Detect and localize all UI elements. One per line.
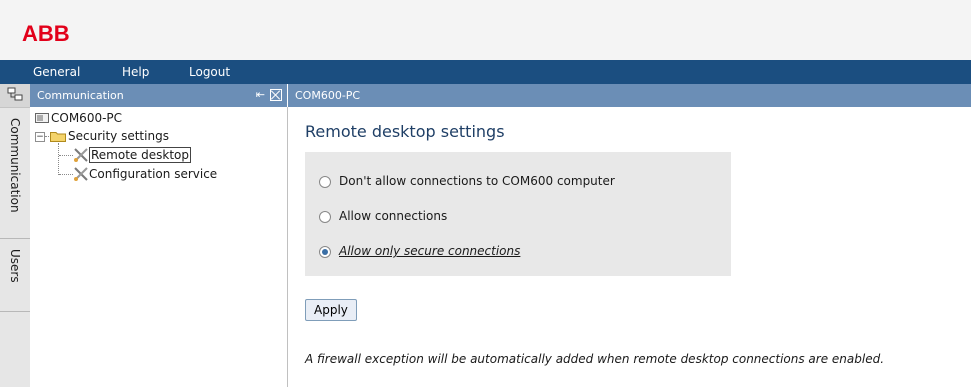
radio-deny[interactable] (319, 176, 331, 188)
option-allow-label: Allow connections (339, 209, 448, 223)
menu-help[interactable]: Help (122, 65, 149, 79)
tab-communication[interactable]: Communication (0, 108, 30, 239)
tab-users-label: Users (8, 249, 22, 283)
menu-logout[interactable]: Logout (189, 65, 230, 79)
content-header-title: COM600-PC (295, 89, 361, 102)
tree-item-configuration-service[interactable]: Configuration service (89, 166, 217, 182)
radio-secure[interactable] (319, 246, 331, 258)
page-title: Remote desktop settings (305, 122, 505, 141)
tree-item-configuration-service-label: Configuration service (89, 167, 218, 181)
option-secure-label: Allow only secure connections (339, 244, 521, 258)
tree-expander-icon[interactable]: − (35, 132, 45, 142)
close-icon[interactable] (270, 89, 282, 101)
tree-panel-header: Communication ⇤ (30, 84, 287, 107)
svg-text:ABB: ABB (22, 22, 70, 44)
pin-icon[interactable]: ⇤ (256, 88, 265, 101)
network-icon (7, 87, 23, 101)
app-header: ABB (0, 0, 971, 60)
menu-bar: General Help Logout (0, 60, 971, 84)
abb-logo: ABB (22, 22, 70, 44)
option-deny-label: Don't allow connections to COM600 comput… (339, 174, 615, 188)
side-tab-strip: Communication Users (0, 84, 31, 387)
content-header: COM600-PC (288, 84, 971, 107)
tree-root-node[interactable]: COM600-PC (51, 110, 122, 126)
menu-general[interactable]: General (33, 65, 80, 79)
radio-allow[interactable] (319, 211, 331, 223)
tab-strip-header (0, 84, 30, 108)
tree-root-label: COM600-PC (51, 111, 123, 125)
tree-folder-label: Security settings (68, 129, 169, 143)
tree-panel-title: Communication (37, 89, 124, 102)
apply-button[interactable]: Apply (305, 299, 357, 321)
server-icon (35, 113, 49, 123)
firewall-note: A firewall exception will be automatical… (305, 352, 885, 366)
tools-icon (74, 148, 88, 162)
folder-icon (50, 132, 66, 142)
tab-users[interactable]: Users (0, 239, 30, 312)
tree-item-remote-desktop-label: Remote desktop (89, 147, 191, 163)
connection-options: Don't allow connections to COM600 comput… (305, 152, 731, 276)
tree-folder-node[interactable]: Security settings (68, 128, 169, 144)
tree-item-remote-desktop[interactable]: Remote desktop (89, 147, 191, 163)
navigation-tree: COM600-PC − Security settings Remote des… (30, 107, 288, 387)
tools-icon (74, 167, 88, 181)
tab-communication-label: Communication (8, 118, 22, 213)
